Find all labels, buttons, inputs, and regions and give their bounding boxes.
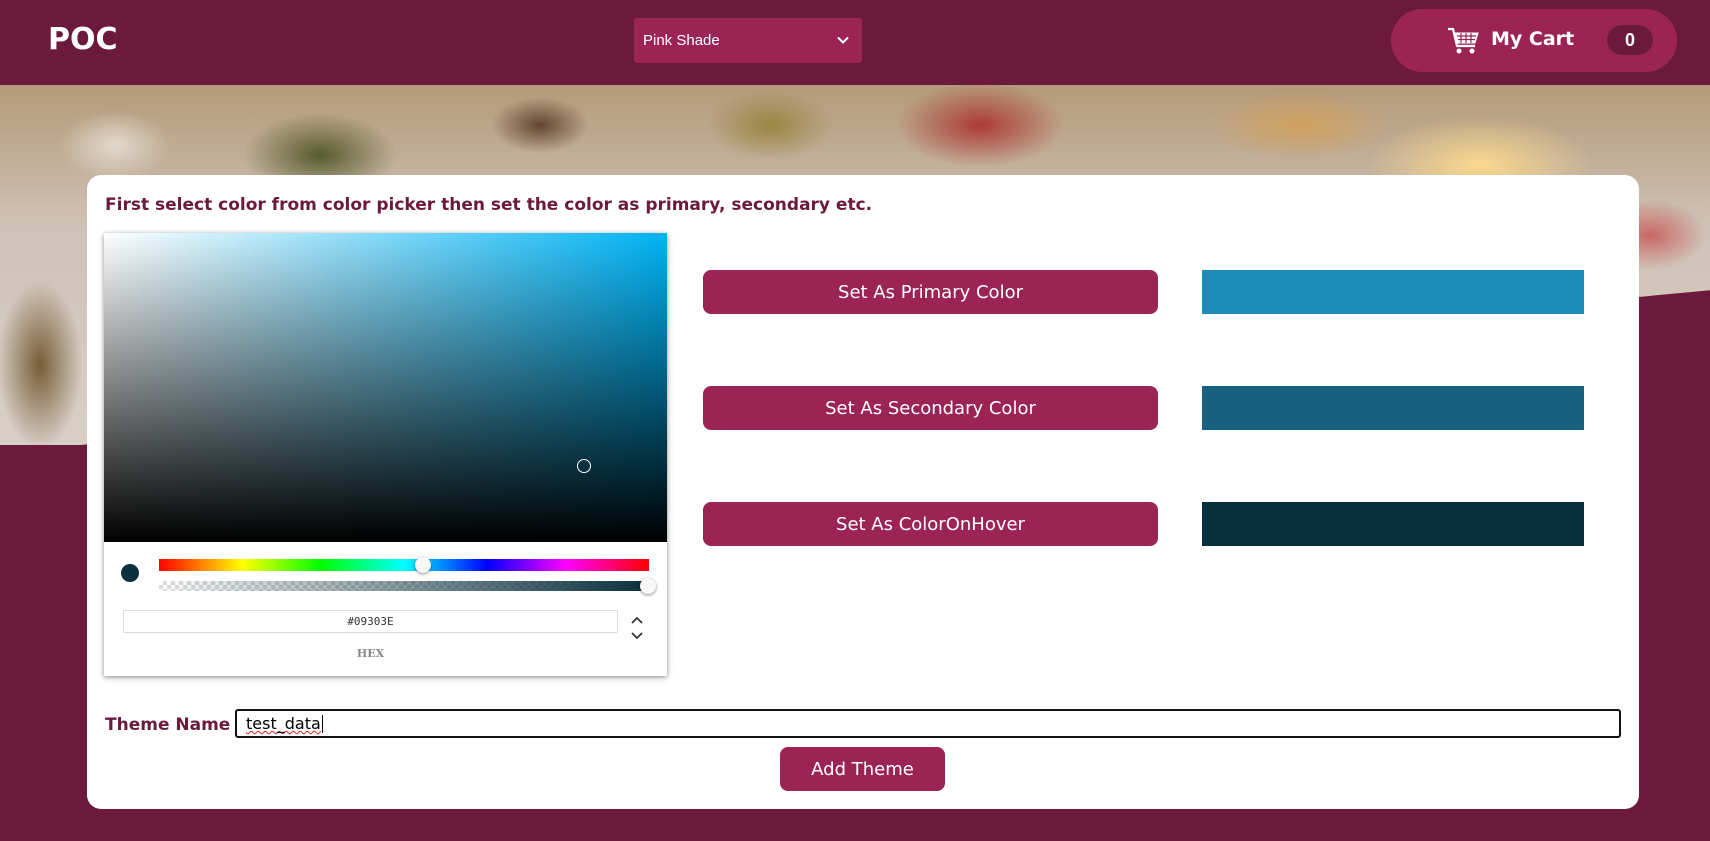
hex-input[interactable]: #09303E <box>123 610 618 633</box>
saturation-area[interactable] <box>104 233 667 542</box>
chevron-down-icon <box>837 36 849 44</box>
text-caret <box>321 714 323 733</box>
hue-slider[interactable] <box>159 559 649 571</box>
primary-color-preview <box>1202 270 1584 314</box>
theme-name-label: Theme Name <box>105 715 231 735</box>
hex-label: HEX <box>356 647 385 660</box>
theme-select-dropdown[interactable]: Pink Shade <box>634 18 862 63</box>
saturation-cursor[interactable] <box>577 459 591 473</box>
theme-name-input[interactable]: test_data <box>235 709 1621 738</box>
hue-slider-thumb[interactable] <box>415 557 431 573</box>
cart-count-badge: 0 <box>1607 25 1653 55</box>
color-picker: #09303E HEX <box>104 233 667 676</box>
theme-select-value: Pink Shade <box>643 32 720 49</box>
add-theme-button[interactable]: Add Theme <box>780 747 945 791</box>
instruction-text: First select color from color picker the… <box>105 195 873 215</box>
theme-editor-card: First select color from color picker the… <box>87 175 1639 809</box>
color-mode-toggle-icon[interactable] <box>629 614 645 644</box>
alpha-slider[interactable] <box>159 581 649 591</box>
top-header: POC Pink Shade My Cart 0 <box>0 0 1710 85</box>
hover-color-preview <box>1202 502 1584 546</box>
alpha-slider-thumb[interactable] <box>640 578 656 594</box>
my-cart-button[interactable]: My Cart 0 <box>1391 9 1677 72</box>
set-primary-color-button[interactable]: Set As Primary Color <box>703 270 1158 314</box>
theme-name-value: test_data <box>246 714 321 733</box>
set-hover-color-button[interactable]: Set As ColorOnHover <box>703 502 1158 546</box>
set-secondary-color-button[interactable]: Set As Secondary Color <box>703 386 1158 430</box>
logo: POC <box>48 22 118 57</box>
current-color-swatch <box>121 564 139 582</box>
shopping-cart-icon <box>1448 27 1479 54</box>
cart-label: My Cart <box>1491 28 1575 50</box>
secondary-color-preview <box>1202 386 1584 430</box>
